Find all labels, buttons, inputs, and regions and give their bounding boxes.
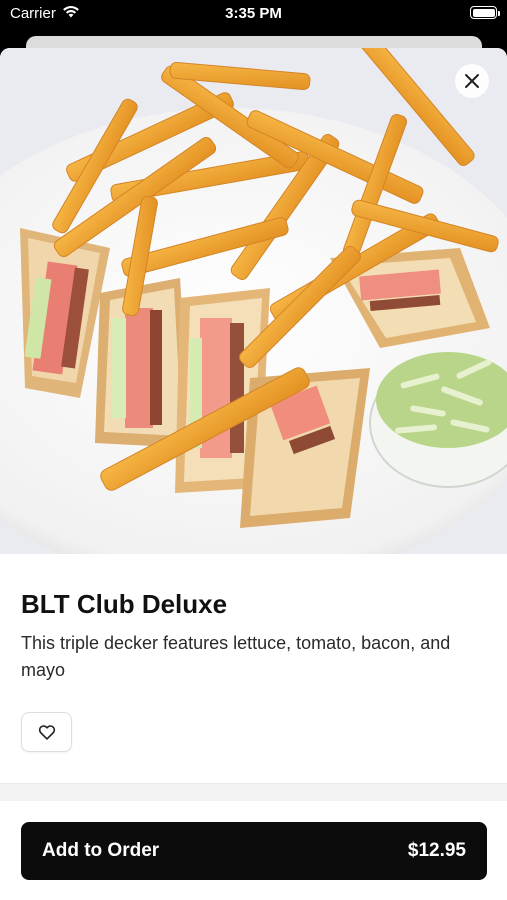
add-to-order-button[interactable]: Add to Order $12.95: [21, 822, 487, 880]
close-icon: [465, 74, 479, 88]
close-button[interactable]: [455, 64, 489, 98]
favorite-button[interactable]: [21, 712, 72, 752]
item-price: $12.95: [407, 840, 466, 861]
item-detail-sheet: BLT Club Deluxe This triple decker featu…: [0, 48, 507, 900]
item-details: BLT Club Deluxe This triple decker featu…: [21, 588, 491, 684]
battery-icon: [470, 6, 500, 19]
heart-icon: [38, 725, 55, 740]
section-divider: [0, 783, 507, 801]
status-time: 3:35 PM: [225, 5, 282, 22]
item-description: This triple decker features lettuce, tom…: [21, 633, 451, 680]
food-photo: [0, 48, 507, 554]
status-bar: Carrier 3:35 PM: [0, 0, 507, 30]
item-title: BLT Club Deluxe: [21, 589, 228, 619]
add-to-order-label: Add to Order: [42, 840, 160, 861]
